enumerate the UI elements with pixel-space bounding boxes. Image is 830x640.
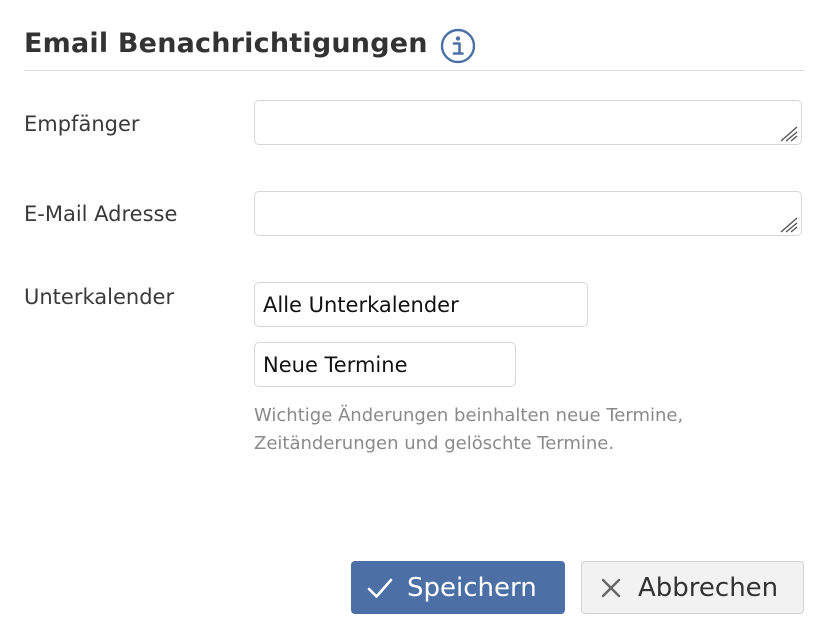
email-notifications-dialog: Email Benachrichtigungen Empfänger E-Mai… — [0, 0, 830, 640]
dialog-title: Email Benachrichtigungen — [24, 28, 428, 59]
email-label: E-Mail Adresse — [24, 202, 178, 226]
save-button-label: Speichern — [407, 572, 537, 603]
subcalendar-select[interactable]: Alle Unterkalender — [254, 282, 588, 327]
cancel-button-label: Abbrechen — [638, 572, 779, 603]
recipient-label: Empfänger — [24, 112, 140, 136]
resize-handle-icon[interactable] — [777, 124, 799, 142]
subcalendar-label: Unterkalender — [24, 285, 175, 309]
notification-type-select[interactable]: Neue Termine — [254, 342, 516, 387]
info-icon[interactable] — [440, 28, 476, 64]
cancel-button[interactable]: Abbrechen — [581, 561, 804, 614]
resize-handle-icon[interactable] — [777, 215, 799, 233]
recipient-field-container — [254, 100, 802, 145]
recipient-field[interactable] — [255, 101, 801, 144]
notification-type-select-value: Neue Termine — [263, 352, 408, 377]
email-field-container — [254, 191, 802, 236]
help-text: Wichtige Änderungen beinhalten neue Term… — [254, 405, 684, 454]
save-button[interactable]: Speichern — [351, 561, 565, 614]
email-field[interactable] — [255, 192, 801, 235]
subcalendar-select-value: Alle Unterkalender — [263, 292, 459, 317]
close-icon — [601, 578, 621, 597]
check-icon — [367, 578, 393, 598]
title-divider — [24, 70, 804, 71]
